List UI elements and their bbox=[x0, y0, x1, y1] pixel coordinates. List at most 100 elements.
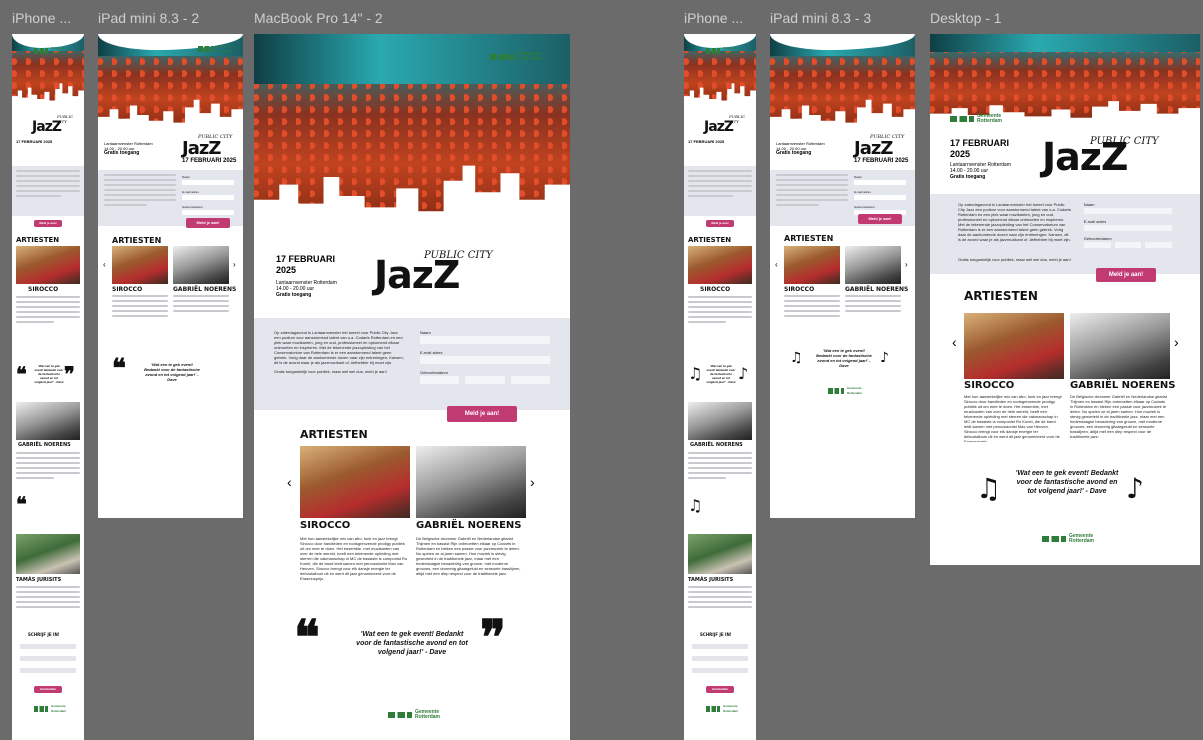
dob-day-field[interactable] bbox=[420, 376, 460, 384]
jazz-title: JazZ bbox=[32, 119, 62, 135]
carousel-prev-icon[interactable]: ‹ bbox=[287, 474, 292, 490]
name-field[interactable] bbox=[20, 644, 76, 649]
frame-label-iphone-1[interactable]: iPhone ... bbox=[12, 10, 84, 26]
artist-bio-sirocco: Met hun aanstekelijke mix van afro, funk… bbox=[300, 536, 408, 581]
quote-open-icon: ❝ bbox=[16, 362, 27, 386]
artist-photo-sirocco bbox=[964, 313, 1064, 379]
artist-name-gabriel: GABRIËL NOERENS bbox=[690, 442, 743, 448]
name-field[interactable] bbox=[182, 180, 234, 185]
frame-label-iphone-2[interactable]: iPhone ... bbox=[684, 10, 756, 26]
signup-button[interactable]: Meld je aan! bbox=[186, 218, 230, 228]
dob-month-field[interactable] bbox=[1114, 242, 1142, 248]
email-field[interactable] bbox=[20, 656, 76, 661]
event-details: Lantaarnvenster Rotterdam 14.00 - 20.00 u… bbox=[104, 141, 153, 156]
signup-button[interactable]: Aanmelden bbox=[706, 686, 734, 693]
signup-button[interactable]: Meld je aan! bbox=[858, 214, 902, 224]
name-field[interactable] bbox=[854, 180, 906, 185]
signup-button[interactable]: Meld je aan! bbox=[447, 406, 517, 422]
signup-button[interactable]: Meld je aan! bbox=[706, 220, 734, 227]
music-note-icon: ♫ bbox=[790, 350, 803, 366]
quote-text: 'Wat een te gek event! Bedankt voor de f… bbox=[706, 364, 736, 384]
quote-text: 'Wat een te gek event! Bedankt voor de f… bbox=[144, 362, 200, 382]
hero-image bbox=[930, 34, 1200, 126]
email-field[interactable] bbox=[1083, 225, 1172, 231]
music-note-icon: ♪ bbox=[880, 350, 889, 366]
frame-label-macbook[interactable]: MacBook Pro 14" - 2 bbox=[254, 10, 570, 26]
artist-photo-gabriel bbox=[16, 402, 80, 440]
artist-name-tamas: TAMÁS JURISITS bbox=[688, 577, 734, 583]
artist-photo-sirocco bbox=[112, 246, 168, 284]
carousel-prev-icon[interactable]: ‹ bbox=[103, 260, 106, 269]
frame-ipad-2: Gemeente Rotterdam PUBLIC CITY JazZ 17 F… bbox=[98, 34, 243, 518]
quote-text: 'Wat een te gek event! Bedankt voor de f… bbox=[356, 631, 468, 656]
quote-open-icon: ❝ bbox=[112, 354, 126, 384]
signup-heading: SCHRIJF JE IN! bbox=[28, 632, 60, 637]
quote-close-icon: ❞ bbox=[480, 610, 506, 666]
rotterdam-logo-icon: Gemeente Rotterdam bbox=[1042, 534, 1099, 544]
dob-year-field[interactable] bbox=[1145, 242, 1172, 248]
carousel-prev-icon[interactable]: ‹ bbox=[775, 260, 778, 269]
artist-photo-sirocco bbox=[300, 446, 410, 518]
signup-button[interactable]: Aanmelden bbox=[34, 686, 62, 693]
frame-macbook: Gemeente Rotterdam 17 FEBRUARI 2025 Lanta… bbox=[254, 34, 570, 740]
carousel-prev-icon[interactable]: ‹ bbox=[952, 334, 957, 350]
frame-iphone-1: Gemeente Rotterdam PUBLIC CITY JazZ 17 F… bbox=[12, 34, 84, 740]
music-note-icon: ♪ bbox=[738, 364, 749, 383]
frame-label-desktop[interactable]: Desktop - 1 bbox=[930, 10, 1130, 26]
email-field[interactable] bbox=[420, 356, 550, 364]
dob-field[interactable] bbox=[182, 210, 234, 215]
signup-button[interactable]: Meld je aan! bbox=[1096, 268, 1156, 282]
artist-bio-sirocco: Met hun aanstekelijke mix van afro, funk… bbox=[964, 394, 1062, 442]
event-date: 17 FEBRUARI 2025 bbox=[950, 138, 1010, 159]
frame-iphone-2: Gemeente Rotterdam PUBLIC CITY JazZ 17 F… bbox=[684, 34, 756, 740]
rotterdam-logo-icon: Gemeente Rotterdam bbox=[388, 710, 445, 720]
intro-text: Op zaterdagavond is Lantaarnvenster het … bbox=[958, 202, 1071, 242]
dob-year-field[interactable] bbox=[510, 376, 550, 384]
rotterdam-logo-icon: Gemeente Rotterdam bbox=[490, 52, 547, 62]
rotterdam-logo-icon: Gemeente Rotterdam bbox=[706, 704, 741, 714]
intro-block bbox=[12, 166, 84, 216]
quote-open-icon: ❝ bbox=[16, 492, 27, 516]
dob-field[interactable] bbox=[692, 668, 748, 673]
frame-desktop: Gemeente Rotterdam 17 FEBRUARI 2025 Lanta… bbox=[930, 34, 1200, 565]
name-field[interactable] bbox=[692, 644, 748, 649]
name-field[interactable] bbox=[1083, 208, 1172, 214]
quote-text: 'Wat een te gek event! Bedankt voor de f… bbox=[1015, 470, 1119, 495]
artist-name-sirocco: SIROCCO bbox=[784, 286, 815, 293]
artist-photo-sirocco bbox=[784, 246, 840, 284]
email-field[interactable] bbox=[692, 656, 748, 661]
artist-name-sirocco: SIROCCO bbox=[112, 286, 143, 293]
artists-heading: ARTIESTEN bbox=[300, 428, 368, 441]
intro-closing: Gratis toegankelijk voor publiek, maar w… bbox=[958, 257, 1071, 262]
rotterdam-logo-icon: Gemeente Rotterdam bbox=[34, 46, 69, 56]
email-field[interactable] bbox=[182, 195, 234, 200]
carousel-next-icon[interactable]: › bbox=[530, 474, 535, 490]
quote-text: 'Wat een te gek event! Bedankt voor de f… bbox=[816, 348, 872, 368]
frame-ipad-3: PUBLIC CITY JazZ 17 FEBRUARI 2025 Lantaa… bbox=[770, 34, 915, 518]
artist-name-sirocco: SIROCCO bbox=[964, 380, 1015, 391]
carousel-next-icon[interactable]: › bbox=[233, 260, 236, 269]
artist-photo-gabriel bbox=[688, 402, 752, 440]
rotterdam-logo-icon: Gemeente Rotterdam bbox=[34, 704, 69, 714]
hero-image bbox=[770, 34, 915, 134]
artist-name-tamas: TAMÁS JURISITS bbox=[16, 577, 62, 583]
dob-field[interactable] bbox=[20, 668, 76, 673]
carousel-next-icon[interactable]: › bbox=[1174, 334, 1179, 350]
dob-month-field[interactable] bbox=[465, 376, 505, 384]
artists-heading: ARTIESTEN bbox=[784, 234, 834, 243]
quote-open-icon: ❝ bbox=[294, 610, 320, 666]
public-city-label: PUBLIC CITY bbox=[729, 114, 746, 124]
dob-day-field[interactable] bbox=[1083, 242, 1111, 248]
music-note-icon: ♫ bbox=[688, 496, 703, 515]
email-field[interactable] bbox=[854, 195, 906, 200]
carousel-next-icon[interactable]: › bbox=[905, 260, 908, 269]
frame-label-ipad-2[interactable]: iPad mini 8.3 - 2 bbox=[98, 10, 243, 26]
name-field[interactable] bbox=[420, 336, 550, 344]
jazz-title: JazZ bbox=[704, 119, 734, 135]
design-canvas: iPhone ... iPad mini 8.3 - 2 MacBook Pro… bbox=[0, 0, 1203, 740]
event-date: 17 FEBRUARI 2025 bbox=[276, 254, 336, 275]
event-date: 17 FEBRUARI 2025 bbox=[688, 139, 725, 144]
frame-label-ipad-3[interactable]: iPad mini 8.3 - 3 bbox=[770, 10, 915, 26]
jazz-title: JazZ bbox=[854, 138, 893, 159]
signup-button[interactable]: Meld je aan! bbox=[34, 220, 62, 227]
